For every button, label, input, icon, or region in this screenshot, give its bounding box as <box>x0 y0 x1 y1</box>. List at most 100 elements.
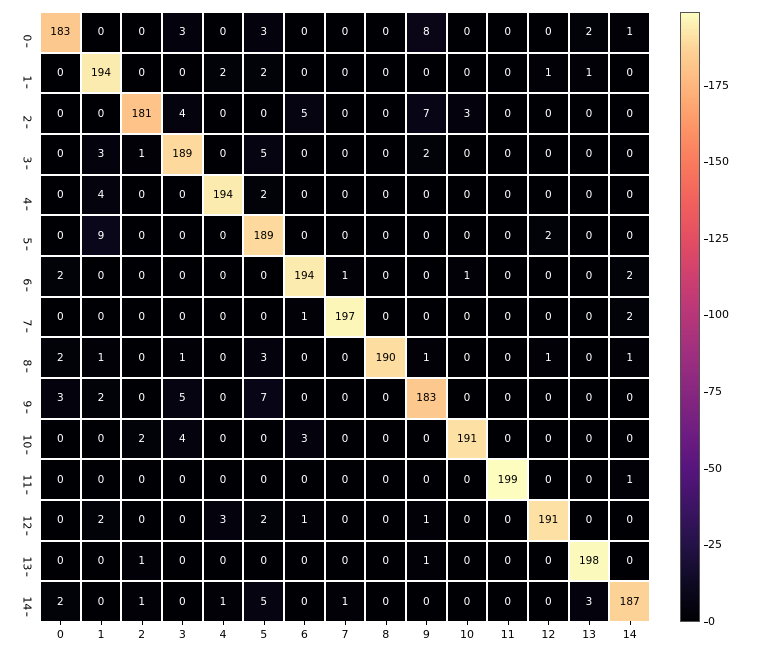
heatmap-cell: 0 <box>40 500 81 541</box>
heatmap-cell: 0 <box>487 134 528 175</box>
heatmap-cell: 0 <box>162 175 203 216</box>
heatmap-cell: 0 <box>284 12 325 53</box>
y-tick <box>27 572 28 576</box>
heatmap-cell: 0 <box>162 541 203 582</box>
heatmap-cell: 3 <box>40 378 81 419</box>
colorbar-tick <box>704 545 708 546</box>
heatmap-cell: 2 <box>406 134 447 175</box>
heatmap-cell: 0 <box>528 378 569 419</box>
heatmap-cell: 0 <box>284 459 325 500</box>
heatmap-cell: 0 <box>609 215 650 256</box>
heatmap-cell: 0 <box>447 53 488 94</box>
heatmap-cell: 0 <box>121 12 162 53</box>
heatmap-cell: 0 <box>203 297 244 338</box>
heatmap-cell: 5 <box>284 93 325 134</box>
x-tick-label: 4 <box>203 625 244 645</box>
heatmap-cell: 0 <box>365 297 406 338</box>
heatmap-cell: 0 <box>447 378 488 419</box>
heatmap-cell: 1 <box>162 337 203 378</box>
heatmap-cell: 0 <box>487 297 528 338</box>
heatmap-cell: 0 <box>325 337 366 378</box>
heatmap-cell: 0 <box>243 256 284 297</box>
heatmap-cell: 0 <box>487 337 528 378</box>
heatmap-cell: 0 <box>203 93 244 134</box>
heatmap-cell: 1 <box>406 541 447 582</box>
colorbar-tick-label: 25 <box>708 538 722 551</box>
x-tick-label: 0 <box>40 625 81 645</box>
heatmap-cell: 0 <box>487 500 528 541</box>
y-tick <box>27 206 28 210</box>
heatmap-cell: 2 <box>81 500 122 541</box>
heatmap-cell: 0 <box>528 581 569 622</box>
heatmap-cell: 1 <box>609 337 650 378</box>
x-tick-label: 11 <box>487 625 528 645</box>
heatmap-cell: 198 <box>569 541 610 582</box>
heatmap-cell: 5 <box>162 378 203 419</box>
heatmap-cell: 0 <box>609 378 650 419</box>
heatmap-cell: 2 <box>121 419 162 460</box>
heatmap-cell: 0 <box>365 175 406 216</box>
colorbar-labels: 0255075100125150175 <box>704 12 754 622</box>
heatmap-cell: 0 <box>447 581 488 622</box>
heatmap-cell: 0 <box>121 256 162 297</box>
heatmap-cell: 0 <box>162 459 203 500</box>
heatmap-cell: 0 <box>121 459 162 500</box>
colorbar-tick-label: 75 <box>708 385 722 398</box>
heatmap-cell: 0 <box>203 215 244 256</box>
heatmap-cell: 0 <box>487 93 528 134</box>
heatmap-cell: 0 <box>162 500 203 541</box>
heatmap-cell: 183 <box>40 12 81 53</box>
heatmap-cell: 0 <box>284 337 325 378</box>
heatmap-cell: 0 <box>40 419 81 460</box>
heatmap-cell: 0 <box>325 378 366 419</box>
heatmap-cell: 0 <box>609 53 650 94</box>
heatmap-cell: 1 <box>406 500 447 541</box>
x-tick <box>630 621 631 625</box>
x-tick <box>589 621 590 625</box>
y-tick <box>27 84 28 88</box>
heatmap-cell: 0 <box>487 12 528 53</box>
heatmap-cell: 1 <box>81 337 122 378</box>
heatmap-cell: 194 <box>203 175 244 216</box>
heatmap-cell: 0 <box>162 297 203 338</box>
heatmap-cell: 0 <box>528 256 569 297</box>
heatmap-cell: 1 <box>528 337 569 378</box>
heatmap-cell: 0 <box>121 297 162 338</box>
heatmap-cell: 0 <box>447 297 488 338</box>
x-tick-label: 14 <box>609 625 650 645</box>
heatmap-cell: 0 <box>162 256 203 297</box>
heatmap-cell: 0 <box>121 378 162 419</box>
heatmap-cell: 0 <box>569 93 610 134</box>
heatmap-cell: 0 <box>487 581 528 622</box>
heatmap-cell: 0 <box>325 53 366 94</box>
heatmap-cell: 0 <box>81 419 122 460</box>
heatmap-cell: 0 <box>528 93 569 134</box>
x-tick-label: 12 <box>528 625 569 645</box>
heatmap-cell: 0 <box>487 215 528 256</box>
x-tick-label: 5 <box>243 625 284 645</box>
heatmap-cell: 0 <box>365 215 406 256</box>
heatmap-cell: 1 <box>325 581 366 622</box>
heatmap-cell: 3 <box>284 419 325 460</box>
heatmap-cell: 187 <box>609 581 650 622</box>
colorbar-tick-label: 50 <box>708 462 722 475</box>
heatmap-cell: 0 <box>406 459 447 500</box>
heatmap-cell: 0 <box>203 419 244 460</box>
x-tick-label: 10 <box>447 625 488 645</box>
heatmap-cell: 8 <box>406 12 447 53</box>
heatmap-cell: 0 <box>284 175 325 216</box>
heatmap-cell: 191 <box>447 419 488 460</box>
heatmap-cell: 0 <box>203 134 244 175</box>
heatmap-cell: 0 <box>569 256 610 297</box>
heatmap-cell: 0 <box>325 459 366 500</box>
heatmap-cell: 2 <box>569 12 610 53</box>
heatmap-cell: 0 <box>284 581 325 622</box>
heatmap-cell: 1 <box>609 459 650 500</box>
heatmap-cell: 0 <box>284 53 325 94</box>
heatmap-cell: 0 <box>365 93 406 134</box>
heatmap-cell: 0 <box>406 215 447 256</box>
heatmap-cell: 5 <box>243 134 284 175</box>
y-tick <box>27 531 28 535</box>
heatmap-cell: 0 <box>203 337 244 378</box>
x-tick <box>304 621 305 625</box>
